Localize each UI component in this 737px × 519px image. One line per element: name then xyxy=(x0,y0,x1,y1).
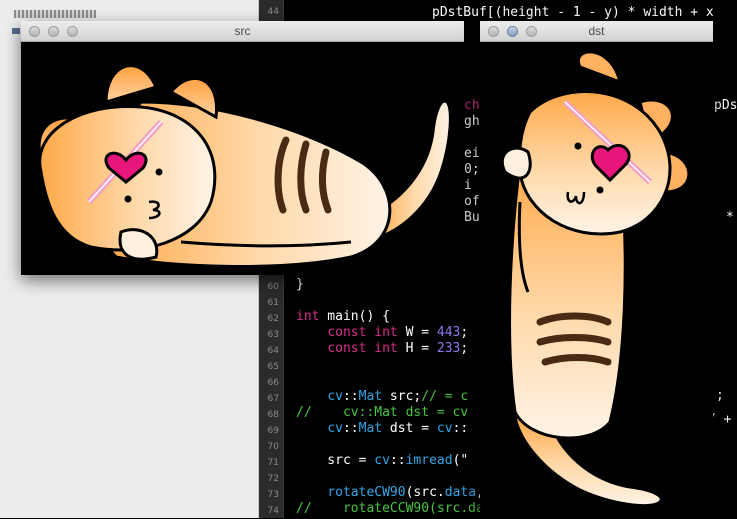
code-token: :: xyxy=(452,421,469,436)
code-token: W = xyxy=(397,325,437,340)
progress-indicator xyxy=(14,10,96,18)
code-token: cv xyxy=(374,453,390,468)
src-titlebar[interactable]: src xyxy=(21,21,464,42)
code-fragment: ; xyxy=(716,388,724,403)
code-token: 443 xyxy=(436,325,461,340)
minimize-button[interactable] xyxy=(48,26,59,37)
code-line: } xyxy=(296,277,304,293)
code-token: cv xyxy=(436,421,453,436)
line-number: 72 xyxy=(267,474,279,484)
close-button[interactable] xyxy=(488,26,499,37)
minimize-button[interactable] xyxy=(507,26,518,37)
code-token: Mat xyxy=(358,389,383,404)
code-fragment: 0; xyxy=(464,162,480,177)
code-token: cv xyxy=(327,421,343,436)
code-line: cv::Mat dst = cv:: xyxy=(296,421,468,437)
close-button[interactable] xyxy=(29,26,40,37)
line-number: 66 xyxy=(267,378,279,388)
code-token: (" xyxy=(452,453,469,468)
code-token: main() { xyxy=(319,309,390,324)
code-token: imread xyxy=(405,453,453,468)
code-token: src = xyxy=(296,453,375,468)
src-window[interactable]: src xyxy=(21,21,464,275)
line-number: 65 xyxy=(267,362,279,372)
code-fragment: gh xyxy=(464,114,480,129)
file-icon xyxy=(12,28,20,34)
code-fragment: * xyxy=(726,210,734,225)
code-token: Mat xyxy=(358,421,383,436)
zoom-button[interactable] xyxy=(526,26,537,37)
code-fragment: Bu xyxy=(464,210,480,225)
line-number: 69 xyxy=(267,426,279,436)
line-number: 44 xyxy=(267,7,279,17)
code-token: src; xyxy=(382,389,422,404)
code-token: cv xyxy=(327,389,343,404)
cat-rotated-icon xyxy=(501,50,691,508)
line-number: 68 xyxy=(267,410,279,420)
code-token: data xyxy=(444,485,477,500)
dst-titlebar[interactable]: dst xyxy=(480,21,713,42)
code-token: // = c xyxy=(421,389,469,404)
line-number: 64 xyxy=(267,346,279,356)
code-line: const int W = 443; xyxy=(296,325,468,341)
code-line: // cv::Mat dst = cv xyxy=(296,405,468,421)
code-line: int main() { xyxy=(296,309,390,325)
code-fragment: ch xyxy=(464,98,480,113)
code-line-top: pDstBuf[(height - 1 - y) * width + x xyxy=(432,5,714,20)
code-token: dst = xyxy=(382,421,437,436)
code-token: :: xyxy=(342,421,359,436)
code-token: const int xyxy=(327,341,398,356)
line-number: 60 xyxy=(267,282,279,292)
window-title: dst xyxy=(588,24,605,38)
code-fragment: of xyxy=(464,194,480,209)
line-number: 63 xyxy=(267,330,279,340)
cat-lying-icon xyxy=(37,64,452,268)
code-token: } xyxy=(296,277,304,292)
code-token: (src. xyxy=(405,485,445,500)
dst-window[interactable]: dst xyxy=(480,21,713,519)
line-number: 70 xyxy=(267,442,279,452)
line-number: 61 xyxy=(267,298,279,308)
line-number: 74 xyxy=(267,506,279,516)
line-number: 67 xyxy=(267,394,279,404)
code-token: H = xyxy=(397,341,437,356)
line-number: 73 xyxy=(267,490,279,500)
code-line: src = cv::imread(" xyxy=(296,453,468,469)
code-fragment: pDs xyxy=(714,98,737,113)
code-token: :: xyxy=(342,389,359,404)
line-number: 62 xyxy=(267,314,279,324)
code-line: const int H = 233; xyxy=(296,341,468,357)
src-image xyxy=(21,42,464,275)
code-fragment: i xyxy=(464,178,472,193)
code-line: cv::Mat src;// = c xyxy=(296,389,468,405)
code-token: int xyxy=(296,309,320,324)
window-title: src xyxy=(234,24,251,38)
code-token: ; xyxy=(460,341,469,356)
code-token: :: xyxy=(389,453,406,468)
code-token: rotateCW90 xyxy=(327,485,406,500)
code-token: // cv::Mat dst = cv xyxy=(296,405,469,420)
code-token: 233 xyxy=(436,341,461,356)
line-number: 71 xyxy=(267,458,279,468)
dst-image xyxy=(480,42,713,519)
zoom-button[interactable] xyxy=(67,26,78,37)
code-token: ; xyxy=(460,325,469,340)
code-token: const int xyxy=(327,325,398,340)
code-fragment: ei xyxy=(464,146,480,161)
